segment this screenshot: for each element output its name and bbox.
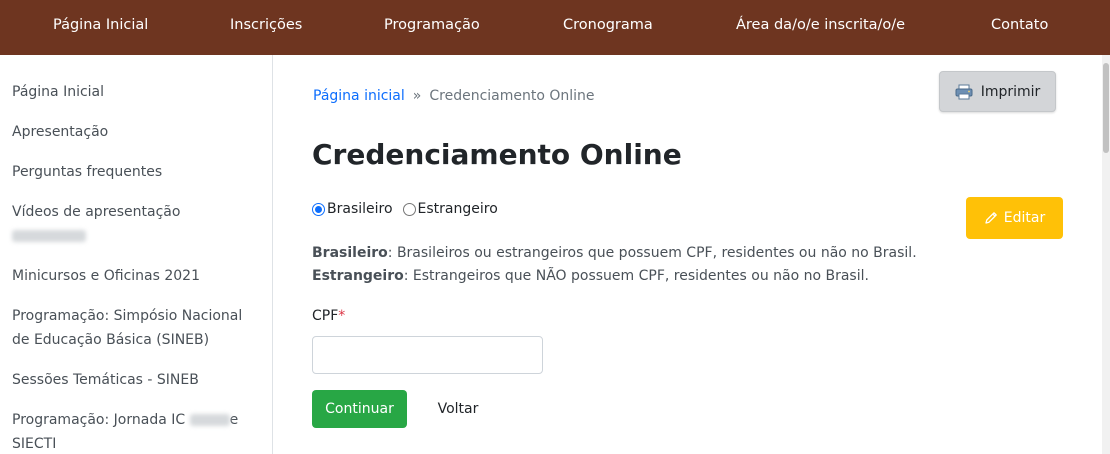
breadcrumb-home-link[interactable]: Página inicial — [313, 88, 405, 104]
sidebar-item-label: SIECTI — [12, 436, 57, 452]
cpf-label-text: CPF — [312, 308, 339, 324]
breadcrumb-current: Credenciamento Online — [429, 88, 595, 104]
radio-estrangeiro[interactable] — [402, 202, 416, 216]
nav-programacao[interactable]: Programação — [384, 17, 480, 33]
sidebar-item-pagina-inicial[interactable]: Página Inicial — [12, 80, 262, 104]
sidebar-item-perguntas[interactable]: Perguntas frequentes — [12, 160, 262, 184]
sidebar-item-label: de Educação Básica (SINEB) — [12, 332, 210, 348]
scrollbar-thumb[interactable] — [1103, 63, 1109, 153]
sidebar-item-label: e — [229, 412, 239, 428]
description-term: Brasileiro — [312, 245, 388, 261]
sidebar-item-apresentacao[interactable]: Apresentação — [12, 120, 262, 144]
sidebar-item-minicursos[interactable]: Minicursos e Oficinas 2021 — [12, 264, 262, 288]
radio-estrangeiro-label[interactable]: Estrangeiro — [418, 201, 498, 217]
description-text: : Estrangeiros que NÃO possuem CPF, resi… — [403, 268, 869, 284]
sidebar-item-sineb[interactable]: Programação: Simpósio Nacional de Educaç… — [12, 304, 262, 352]
page-title: Credenciamento Online — [312, 138, 682, 171]
description-estrangeiro: Estrangeiro: Estrangeiros que NÃO possue… — [312, 266, 869, 286]
sidebar-item-sessoes[interactable]: Sessões Temáticas - SINEB — [12, 368, 262, 392]
nav-contato[interactable]: Contato — [991, 17, 1048, 33]
required-mark: * — [338, 308, 346, 324]
pencil-icon — [985, 212, 997, 224]
print-button-label: Imprimir — [980, 83, 1041, 100]
redacted-text — [189, 414, 230, 426]
print-button[interactable]: Imprimir — [939, 71, 1056, 112]
edit-button[interactable]: Editar — [966, 197, 1063, 239]
breadcrumb-separator: » — [412, 88, 422, 104]
description-brasileiro: Brasileiro: Brasileiros ou estrangeiros … — [312, 243, 917, 263]
printer-icon — [955, 84, 973, 99]
nav-pagina-inicial[interactable]: Página Inicial — [53, 17, 148, 33]
scrollbar[interactable] — [1102, 55, 1110, 454]
sidebar-item-label: Programação: Jornada IC — [12, 412, 186, 428]
cpf-input[interactable] — [312, 336, 543, 374]
continue-button[interactable]: Continuar — [312, 390, 407, 428]
sidebar-item-label: Vídeos de apresentação — [12, 204, 181, 220]
nav-area-inscrito[interactable]: Área da/o/e inscrita/o/e — [736, 17, 905, 33]
sidebar-item-jornada[interactable]: Programação: Jornada IC e SIECTI — [12, 408, 262, 454]
radio-brasileiro[interactable] — [312, 202, 325, 216]
sidebar: Página Inicial Apresentação Perguntas fr… — [0, 55, 273, 454]
edit-button-label: Editar — [1003, 210, 1046, 226]
sidebar-item-videos[interactable]: Vídeos de apresentação — [12, 200, 262, 248]
cpf-label: CPF* — [312, 308, 345, 324]
nav-inscricoes[interactable]: Inscrições — [230, 17, 302, 33]
nationality-radio-group: Brasileiro Estrangeiro — [312, 201, 508, 217]
top-navigation: Página Inicial Inscrições Programação Cr… — [0, 0, 1110, 55]
redacted-text — [12, 230, 86, 242]
description-text: : Brasileiros ou estrangeiros que possue… — [387, 245, 917, 261]
description-term: Estrangeiro — [312, 268, 404, 284]
sidebar-item-label: Programação: Simpósio Nacional — [12, 308, 243, 324]
breadcrumb: Página inicial » Credenciamento Online — [313, 86, 595, 106]
back-button[interactable]: Voltar — [427, 390, 489, 428]
radio-brasileiro-label[interactable]: Brasileiro — [327, 201, 393, 217]
nav-cronograma[interactable]: Cronograma — [563, 17, 653, 33]
